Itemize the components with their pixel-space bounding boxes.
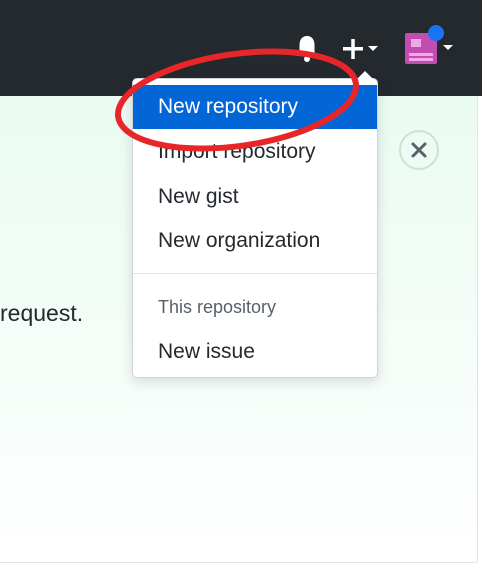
menu-item-new-organization[interactable]: New organization: [133, 219, 377, 263]
divider: [0, 562, 477, 563]
menu-item-new-issue[interactable]: New issue: [133, 330, 377, 374]
notification-dot: [428, 25, 444, 41]
banner-text: request.: [0, 300, 84, 326]
close-icon: [411, 142, 427, 158]
user-menu-button[interactable]: [402, 24, 458, 68]
caret-down-icon: [443, 45, 453, 50]
create-new-button[interactable]: [340, 34, 384, 64]
menu-divider: [133, 273, 377, 274]
dropdown-caret: [357, 71, 373, 79]
create-new-dropdown: New repository Import repository New gis…: [132, 71, 378, 378]
close-button[interactable]: [399, 130, 439, 170]
plus-icon: [343, 39, 378, 59]
menu-item-new-gist[interactable]: New gist: [133, 175, 377, 219]
menu-item-import-repository[interactable]: Import repository: [133, 130, 377, 174]
menu-section-header: This repository: [158, 297, 277, 317]
bell-icon[interactable]: [296, 34, 318, 64]
menu-item-new-repository[interactable]: New repository: [133, 85, 377, 129]
